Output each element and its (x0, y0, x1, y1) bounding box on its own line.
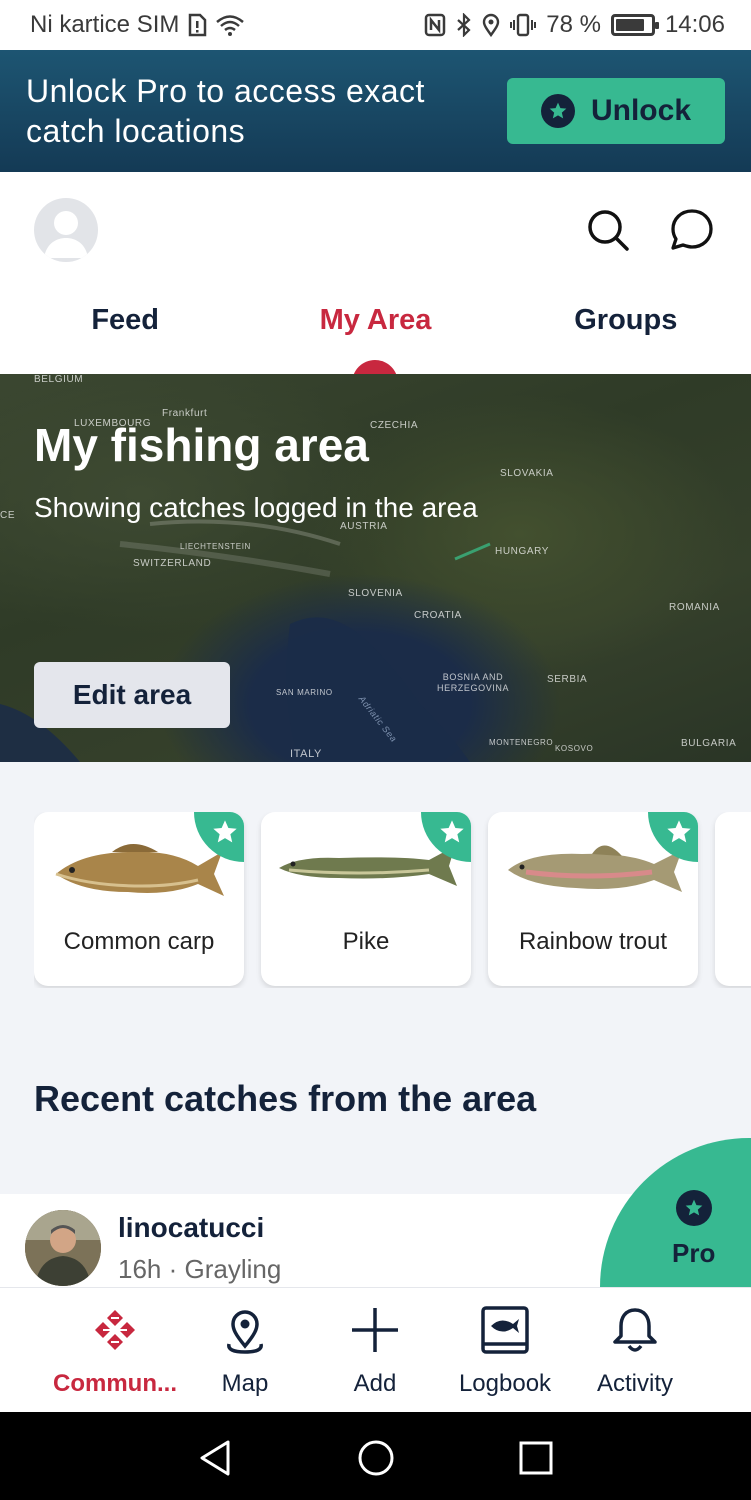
battery-fill (615, 19, 645, 31)
map-label-slovakia: SLOVAKIA (500, 468, 554, 479)
nav-community-label: Commun... (53, 1370, 177, 1397)
plus-icon (352, 1308, 398, 1352)
post-username[interactable]: linocatucci (118, 1212, 264, 1244)
nav-logbook[interactable]: Logbook (440, 1288, 570, 1412)
species-card[interactable]: Common carp (34, 812, 244, 986)
species-name: Pike (342, 928, 390, 955)
unlock-button-label: Unlock (590, 94, 692, 127)
star-icon (667, 820, 691, 843)
map-label-croatia: CROATIA (414, 610, 462, 621)
nav-activity-label: Activity (596, 1370, 673, 1397)
no-sim-icon (189, 13, 207, 37)
community-header: Feed My Area Groups (0, 172, 751, 388)
map-label-romania: ROMANIA (669, 602, 720, 613)
map-label-italy: ITALY (290, 748, 322, 760)
status-left: Ni kartice SIM (30, 11, 245, 39)
logbook-icon (481, 1306, 529, 1354)
tab-feed[interactable]: Feed (0, 290, 250, 374)
nav-add[interactable]: Add (310, 1288, 440, 1412)
map-label-liechtenstein: LIECHTENSTEIN (180, 542, 251, 551)
tab-feed-label: Feed (91, 304, 159, 336)
system-nav-bar (0, 1412, 751, 1500)
recents-icon[interactable] (516, 1438, 556, 1478)
nfc-icon (424, 13, 446, 37)
status-right: 78 % 14:06 (424, 11, 725, 39)
nav-logbook-label: Logbook (458, 1370, 552, 1397)
tab-groups[interactable]: Groups (501, 290, 751, 374)
map-subtitle: Showing catches logged in the area (34, 492, 478, 523)
chat-bubble-icon[interactable] (668, 206, 716, 254)
star-icon (540, 94, 575, 128)
species-name: Common carp (63, 928, 215, 955)
community-icon (95, 1310, 135, 1350)
map-pin-icon (227, 1310, 263, 1354)
map-label-czechia: CZECHIA (370, 420, 419, 431)
pro-floating-button[interactable]: Pro (600, 1138, 751, 1287)
map-label-serbia: SERBIA (547, 674, 588, 685)
user-silhouette-icon (44, 211, 88, 258)
carp-fish-icon (55, 844, 224, 896)
edit-area-button[interactable]: Edit area (34, 662, 230, 728)
nav-map-label: Map (221, 1370, 269, 1397)
tab-groups-label: Groups (574, 304, 678, 336)
status-bar: Ni kartice SIM 78 % 14:06 (0, 0, 751, 50)
species-carousel[interactable]: Common carp Pike Rainbow trout (34, 812, 751, 988)
carrier-label: Ni kartice SIM (30, 11, 180, 38)
back-icon[interactable] (196, 1438, 236, 1478)
star-icon (440, 820, 464, 843)
species-card-partial[interactable] (715, 812, 751, 986)
map-label-slovenia: SLOVENIA (348, 588, 403, 599)
map-label-kosovo: KOSOVO (555, 744, 594, 753)
species-name: Rainbow trout (518, 928, 668, 955)
nav-add-label: Add (353, 1370, 397, 1397)
bluetooth-icon (457, 13, 471, 37)
tab-bar: Feed My Area Groups (0, 290, 751, 388)
tab-my-area[interactable]: My Area (250, 290, 500, 388)
wifi-icon (216, 15, 245, 36)
map-label-bulgaria: BULGARIA (681, 738, 737, 749)
star-icon (676, 1190, 712, 1226)
star-icon (213, 820, 237, 843)
map-label-san-marino: SAN MARINO (276, 688, 333, 697)
area-map[interactable]: BELGIUM LUXEMBOURG Frankfurt CZECHIA SLO… (0, 374, 751, 762)
battery-icon (610, 14, 659, 36)
bottom-nav: Commun... Map Add Logbook Activity (0, 1287, 751, 1412)
map-label-belgium: BELGIUM (34, 374, 84, 385)
species-card[interactable]: Pike (261, 812, 471, 986)
unlock-button[interactable]: Unlock (507, 78, 725, 144)
user-photo (25, 1210, 101, 1286)
bell-icon (613, 1308, 657, 1352)
search-icon[interactable] (584, 206, 632, 254)
clock: 14:06 (664, 11, 725, 38)
map-label-bosnia: BOSNIA AND HERZEGOVINA (437, 672, 510, 693)
location-icon (483, 13, 500, 37)
nav-community[interactable]: Commun... (50, 1288, 180, 1412)
home-icon[interactable] (356, 1438, 396, 1478)
vibrate-icon (510, 13, 537, 37)
species-card[interactable]: Rainbow trout (488, 812, 698, 986)
map-label-france-edge: CE (0, 510, 16, 521)
map-label-montenegro: MONTENEGRO (489, 738, 554, 747)
tab-my-area-label: My Area (319, 304, 432, 336)
map-title: My fishing area (34, 419, 369, 471)
map-label-hungary: HUNGARY (495, 546, 550, 557)
post-meta: 16h · Grayling (118, 1254, 282, 1284)
nav-map[interactable]: Map (180, 1288, 310, 1412)
battery-percent: 78 % (546, 11, 601, 38)
post-user-avatar[interactable] (25, 1210, 101, 1286)
map-label-switzerland: SWITZERLAND (133, 558, 212, 569)
nav-activity[interactable]: Activity (570, 1288, 700, 1412)
pro-fab-label: Pro (672, 1238, 716, 1268)
recent-catches-title: Recent catches from the area (34, 1078, 537, 1119)
profile-avatar[interactable] (34, 198, 98, 262)
pro-banner-text: Unlock Pro to access exact catch locatio… (26, 73, 425, 149)
pro-upsell-banner: Unlock Pro to access exact catch locatio… (0, 50, 751, 172)
